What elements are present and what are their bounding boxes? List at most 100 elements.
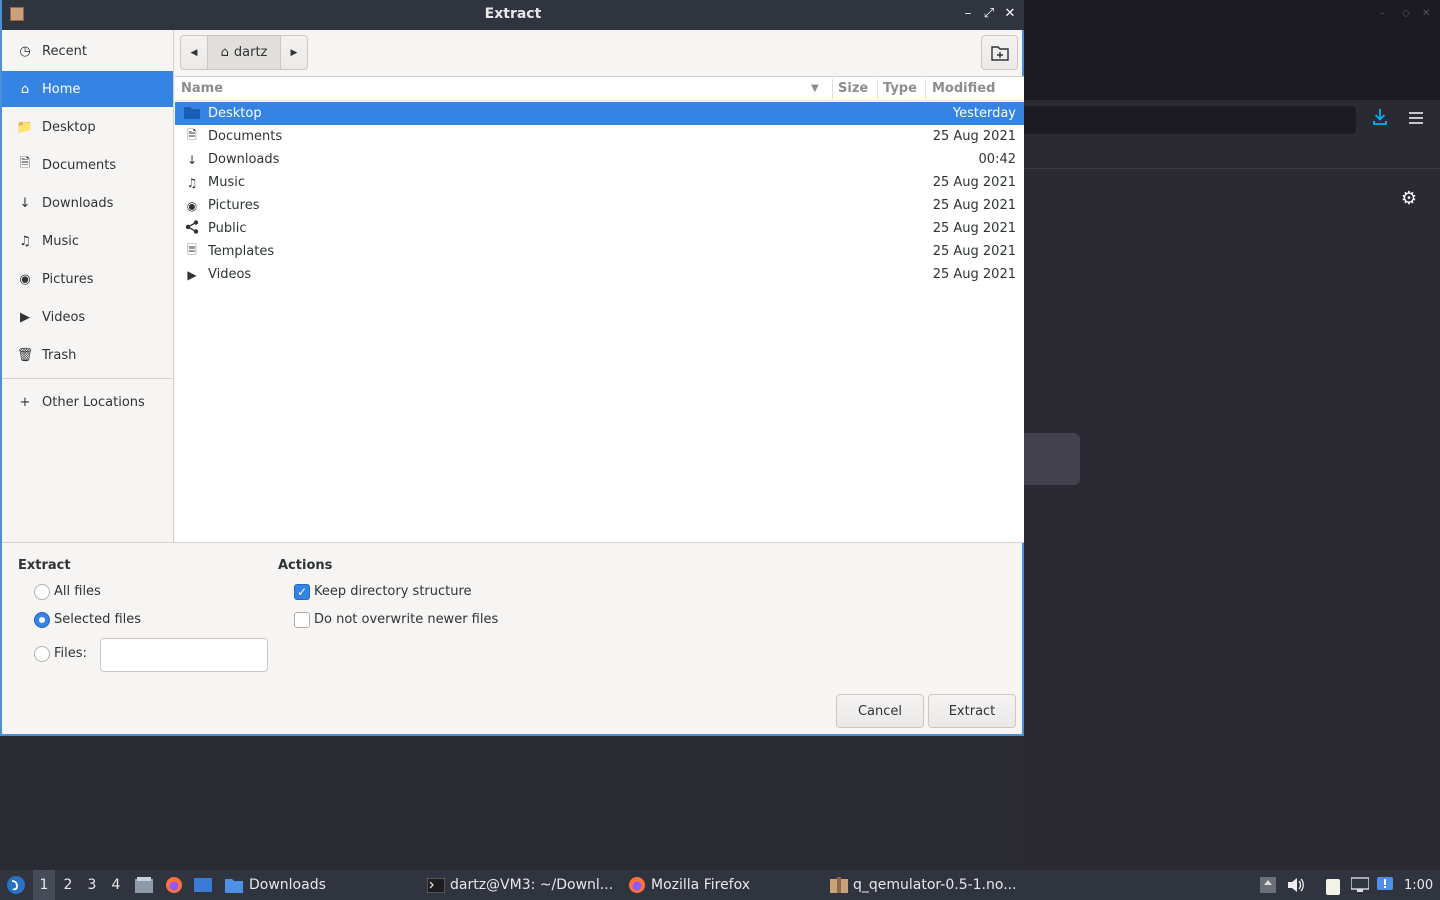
file-manager-launcher[interactable] (134, 870, 154, 900)
workspace-1[interactable]: 1 (33, 870, 55, 900)
file-row-music[interactable]: ♫ Music 25 Aug 2021 (175, 171, 1024, 194)
maximize-icon[interactable]: ⤢ (980, 5, 998, 23)
network-icon[interactable] (1350, 877, 1370, 893)
video-icon: ▶ (187, 267, 197, 282)
column-type[interactable]: Type (883, 81, 917, 96)
video-icon: ▶ (20, 309, 30, 325)
sidebar-item-pictures[interactable]: ◉ Pictures (2, 261, 173, 297)
dialog-titlebar[interactable]: Extract – ⤢ ✕ (2, 0, 1024, 30)
column-size[interactable]: Size (838, 81, 868, 96)
bg-minimize-icon[interactable]: – (1380, 8, 1385, 19)
firefox-icon (627, 875, 647, 895)
firefox-launcher[interactable] (164, 870, 184, 900)
share-icon (183, 220, 201, 237)
sidebar-item-recent[interactable]: ◷ Recent (2, 33, 173, 69)
sidebar-divider (2, 378, 173, 379)
files-pattern-radio[interactable] (34, 646, 50, 662)
file-row-public[interactable]: Public 25 Aug 2021 (175, 217, 1024, 240)
sidebar-item-other-locations[interactable]: + Other Locations (2, 384, 173, 420)
file-row-videos[interactable]: ▶ Videos 25 Aug 2021 (175, 263, 1024, 286)
column-header: Name ▼ Size Type Modified (175, 77, 1024, 101)
background-card (1022, 433, 1080, 485)
all-files-radio[interactable] (34, 584, 50, 600)
close-icon[interactable]: ✕ (1001, 5, 1019, 23)
file-manager-icon (134, 875, 154, 895)
sidebar-item-music[interactable]: ♫ Music (2, 223, 173, 259)
file-row-documents[interactable]: 🗎 Documents 25 Aug 2021 (175, 125, 1024, 148)
folder-icon: 📁 (16, 119, 34, 135)
options-divider (2, 542, 1024, 543)
files-pattern-label[interactable]: Files: (54, 646, 87, 661)
task-label: dartz@VM3: ~/Downl... (450, 877, 614, 893)
no-overwrite-label[interactable]: Do not overwrite newer files (314, 612, 498, 627)
task-downloads[interactable]: Downloads (224, 870, 414, 900)
task-firefox[interactable]: Mozilla Firefox (627, 870, 822, 900)
show-desktop-launcher[interactable] (193, 870, 213, 900)
all-files-label[interactable]: All files (54, 584, 101, 599)
sidebar-item-label: Home (42, 81, 81, 97)
breadcrumb-home[interactable]: ⌂ dartz (207, 36, 281, 69)
selected-files-label[interactable]: Selected files (54, 612, 141, 627)
file-name: Music (208, 175, 245, 190)
sidebar-item-home[interactable]: ⌂ Home (2, 71, 173, 107)
bg-close-icon[interactable]: ✕ (1422, 8, 1430, 19)
bg-restore-icon[interactable]: ◇ (1402, 8, 1410, 19)
sidebar-item-documents[interactable]: 🗎 Documents (2, 147, 173, 183)
notification-icon[interactable] (1376, 877, 1394, 893)
desktop-icon (193, 875, 213, 895)
file-row-downloads[interactable]: ↓ Downloads 00:42 (175, 148, 1024, 171)
file-row-pictures[interactable]: ◉ Pictures 25 Aug 2021 (175, 194, 1024, 217)
keep-structure-label[interactable]: Keep directory structure (314, 584, 472, 599)
sidebar-item-downloads[interactable]: ↓ Downloads (2, 185, 173, 221)
sidebar-item-desktop[interactable]: 📁 Desktop (2, 109, 173, 145)
file-row-desktop[interactable]: Desktop Yesterday (175, 102, 1024, 125)
path-forward-arrow-icon[interactable]: ▶ (281, 36, 307, 69)
clipboard-icon[interactable] (1324, 877, 1342, 895)
sidebar-item-videos[interactable]: ▶ Videos (2, 299, 173, 335)
column-name[interactable]: Name (181, 81, 223, 96)
workspace-3[interactable]: 3 (81, 870, 103, 900)
file-name: Pictures (208, 198, 260, 213)
gear-icon[interactable]: ⚙ (1398, 188, 1420, 210)
terminal-icon (426, 875, 446, 895)
task-terminal[interactable]: dartz@VM3: ~/Downl... (426, 870, 621, 900)
document-icon: 🗎 (19, 156, 31, 171)
updates-icon[interactable] (1259, 877, 1277, 893)
sort-down-icon[interactable]: ▼ (811, 83, 819, 94)
distro-logo-icon (7, 876, 25, 894)
column-modified[interactable]: Modified (932, 81, 995, 96)
volume-icon[interactable] (1287, 877, 1305, 893)
path-back-arrow-icon[interactable]: ◀ (181, 36, 207, 69)
column-divider (925, 79, 926, 99)
task-archive[interactable]: q_qemulator-0.5-1.no... (829, 870, 1029, 900)
background-navbar (1022, 100, 1440, 140)
folder-icon (183, 106, 201, 122)
music-note-icon: ♫ (19, 233, 31, 249)
extract-button[interactable]: Extract (928, 694, 1016, 728)
keep-structure-checkbox[interactable]: ✓ (294, 584, 310, 600)
trash-icon: 🗑 (16, 347, 34, 363)
clock[interactable]: 1:00 (1404, 870, 1438, 900)
start-menu-button[interactable] (4, 870, 28, 900)
file-row-templates[interactable]: 🗏 Templates 25 Aug 2021 (175, 240, 1024, 263)
background-url-bar[interactable] (1022, 106, 1356, 134)
background-tabbar: – ◇ ✕ (1022, 0, 1440, 30)
download-icon[interactable] (1370, 108, 1390, 130)
hamburger-menu-icon[interactable] (1406, 109, 1426, 129)
sidebar-item-label: Desktop (42, 119, 96, 135)
file-name: Downloads (208, 152, 280, 167)
sidebar-item-trash[interactable]: 🗑 Trash (2, 337, 173, 373)
file-name: Public (208, 221, 247, 236)
dialog-title: Extract (484, 6, 542, 22)
workspace-2[interactable]: 2 (57, 870, 79, 900)
no-overwrite-checkbox[interactable] (294, 612, 310, 628)
workspace-4[interactable]: 4 (105, 870, 127, 900)
cancel-button[interactable]: Cancel (836, 694, 924, 728)
sidebar-item-label: Pictures (42, 271, 94, 287)
file-name: Templates (208, 244, 275, 259)
selected-files-radio[interactable] (34, 612, 50, 628)
minimize-icon[interactable]: – (959, 5, 977, 23)
new-folder-button[interactable] (981, 35, 1018, 70)
new-folder-icon (990, 45, 1009, 61)
files-pattern-input[interactable] (100, 638, 268, 672)
